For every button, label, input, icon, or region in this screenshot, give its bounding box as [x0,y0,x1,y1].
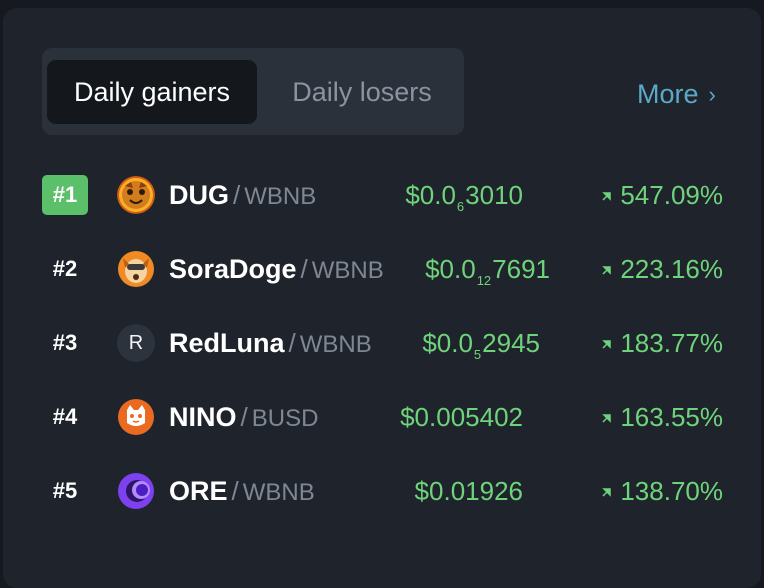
price-zero-count: 12 [476,273,492,288]
price-zero-count: 6 [456,199,465,214]
base-token: NINO [169,402,237,432]
list-item[interactable]: #1 DUG / WBNB $0.063010 547.09% [3,165,761,225]
token-pair: SoraDoge / WBNB [169,249,384,289]
token-price: $0.052945 [422,323,540,363]
token-price: $0.005402 [400,402,523,432]
dug-token-icon [117,176,155,214]
token-price: $0.0127691 [425,249,550,289]
pair-separator: / [231,476,239,506]
token-price: $0.01926 [414,476,523,506]
token-pair: DUG / WBNB [169,175,316,215]
rank-label: #4 [52,404,78,429]
price-change: 138.70% [602,471,723,511]
price-prefix: $0.0 [422,328,473,358]
price-change: 163.55% [602,397,723,437]
base-token: ORE [169,476,228,506]
list-item[interactable]: #4 NINO / BUSD $0.005402 163.55% [3,387,761,447]
price-zero-count: 5 [473,347,482,362]
rank-label: #3 [52,330,78,355]
pair-separator: / [240,402,248,432]
price-change: 223.16% [602,249,723,289]
pair-separator: / [300,254,308,284]
quote-token: WBNB [299,331,372,358]
daily-movers-card: Daily gainers Daily losers More › #1 DUG /… [3,8,761,588]
rank-badge: #1 [42,175,88,215]
token-price: $0.063010 [405,175,523,215]
change-value: 138.70% [620,476,723,506]
change-value: 183.77% [620,328,723,358]
list-item[interactable]: #3 R RedLuna / WBNB $0.052945 183.77% [3,313,761,373]
token-letter: R [128,331,144,354]
list-item[interactable]: #5 ORE / WBNB $0.01926 138.70% [3,461,761,521]
base-token: SoraDoge [169,254,297,284]
change-value: 223.16% [620,254,723,284]
change-value: 547.09% [620,180,723,210]
tab-group: Daily gainers Daily losers [42,48,464,135]
more-link-label: More [637,79,699,109]
price-suffix: 2945 [482,328,540,358]
arrow-up-right-icon [602,340,612,349]
price-prefix: $0.0 [425,254,476,284]
quote-token: WBNB [244,183,317,210]
soradoge-token-icon [117,250,155,288]
tab-daily-losers[interactable]: Daily losers [272,60,452,124]
change-value: 163.55% [620,402,723,432]
more-link[interactable]: More › [637,74,716,114]
list-item[interactable]: #2 SoraDoge / WBNB $0.0127691 223.16% [3,239,761,299]
redluna-token-icon: R [117,324,155,362]
pair-separator: / [288,328,296,358]
base-token: DUG [169,180,229,210]
chevron-right-icon: › [708,82,716,107]
quote-token: WBNB [242,479,315,506]
base-token: RedLuna [169,328,285,358]
pair-separator: / [233,180,241,210]
quote-token: WBNB [311,257,384,284]
token-pair: NINO / BUSD [169,397,318,437]
price-change: 183.77% [602,323,723,363]
price-prefix: $0.0 [405,180,456,210]
nino-token-icon [117,398,155,436]
rank-label: #5 [52,478,78,503]
arrow-up-right-icon [602,266,612,275]
price-suffix: 3010 [465,180,523,210]
tab-daily-gainers[interactable]: Daily gainers [47,60,257,124]
token-pair: ORE / WBNB [169,471,315,511]
arrow-up-right-icon [602,488,612,497]
token-pair: RedLuna / WBNB [169,323,372,363]
price-change: 547.09% [602,175,723,215]
price-suffix: 7691 [492,254,550,284]
arrow-up-right-icon [602,192,612,201]
rank-label: #2 [52,256,78,281]
quote-token: BUSD [251,405,319,432]
ore-token-icon [117,472,155,510]
arrow-up-right-icon [602,414,612,423]
